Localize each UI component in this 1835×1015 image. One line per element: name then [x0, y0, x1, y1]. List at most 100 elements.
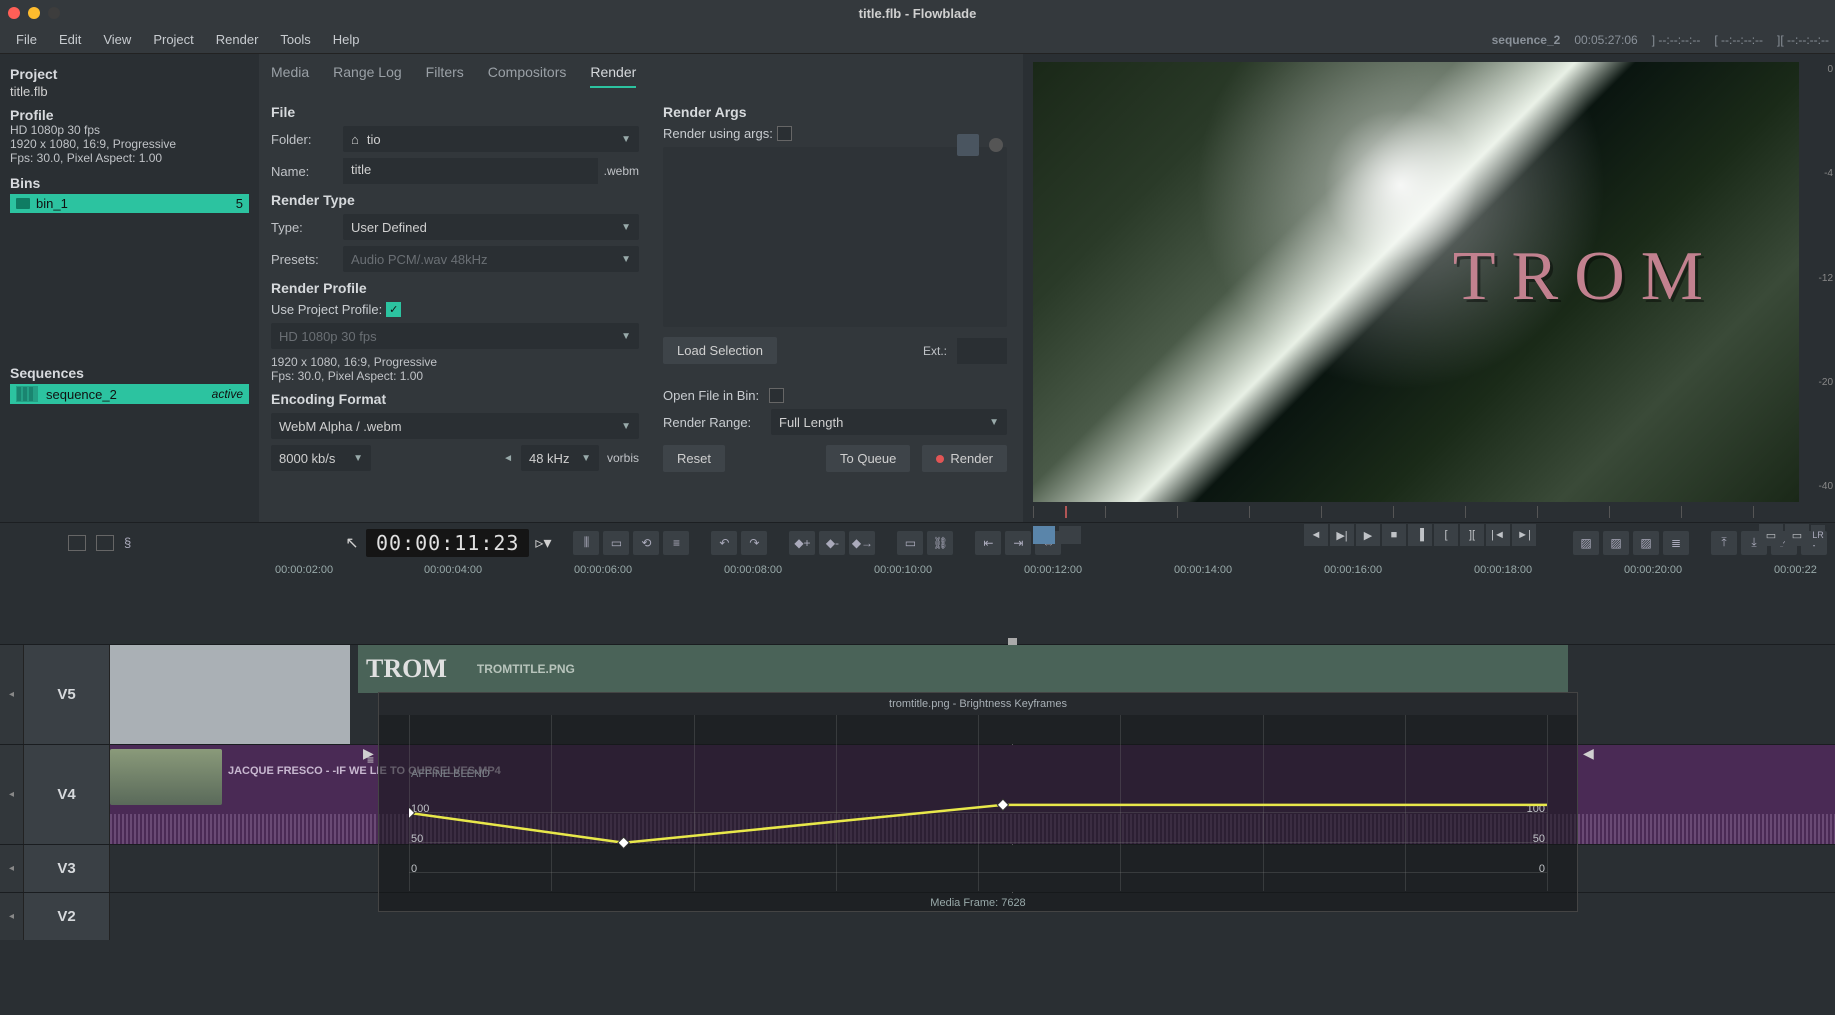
ripple-left-icon[interactable]: ⇤ — [975, 531, 1001, 555]
preview-viewer[interactable]: TROM — [1033, 62, 1799, 502]
redo-button[interactable]: ↷ — [741, 531, 767, 555]
track-v3-toggle[interactable]: ◂ — [0, 845, 24, 892]
ext-input[interactable] — [957, 338, 1007, 364]
keyframe-curve[interactable] — [409, 715, 1547, 893]
tab-range-log[interactable]: Range Log — [333, 64, 402, 88]
tool-sync-icon[interactable]: ⟲ — [633, 531, 659, 555]
menu-file[interactable]: File — [6, 29, 47, 50]
menu-help[interactable]: Help — [323, 29, 370, 50]
close-icon[interactable] — [8, 7, 20, 19]
track-v5-label[interactable]: V5 — [24, 645, 110, 744]
chevron-left-icon[interactable]: ◄ — [503, 453, 513, 464]
name-input[interactable]: title — [343, 158, 598, 184]
args-textarea[interactable] — [663, 147, 1007, 327]
insert-mode-icon[interactable]: ▭ — [897, 531, 923, 555]
timeline-ruler[interactable]: 00:00:02:00 00:00:04:00 00:00:06:00 00:0… — [0, 562, 1835, 584]
clip-v5-blank[interactable] — [110, 645, 350, 744]
tab-media[interactable]: Media — [271, 64, 309, 88]
track-v2-label[interactable]: V2 — [24, 893, 110, 940]
encoding-select[interactable]: WebM Alpha / .webm ▼ — [271, 413, 639, 439]
minimize-icon[interactable] — [28, 7, 40, 19]
clip-v5-filename: TROMTITLE.PNG — [477, 662, 575, 676]
prev-frame-button[interactable]: ◄ — [1304, 524, 1328, 546]
cursor-tool-icon[interactable]: ↖ — [344, 531, 360, 555]
menu-tools[interactable]: Tools — [270, 29, 320, 50]
queue-button[interactable]: To Queue — [826, 445, 910, 472]
tool-sliders-icon[interactable]: ⫼ — [573, 531, 599, 555]
tracks-container: ◂ V5 TROM TROMTITLE.PNG ◂ V4 JACQUE FRES… — [0, 644, 1835, 940]
next-frame-button[interactable]: ▐ — [1408, 524, 1432, 546]
remove-keyframe-icon[interactable]: ◆- — [819, 531, 845, 555]
chevron-down-icon: ▼ — [621, 331, 631, 342]
undo-button[interactable]: ↶ — [711, 531, 737, 555]
type-select[interactable]: User Defined ▼ — [343, 214, 639, 240]
timeline-view-icon-3[interactable]: § — [124, 535, 142, 551]
play-button[interactable]: ▶ — [1356, 524, 1380, 546]
use-project-checkbox[interactable]: ✓ — [386, 302, 401, 317]
profile-line3: Fps: 30.0, Pixel Aspect: 1.00 — [10, 151, 249, 165]
status-sequence: sequence_2 — [1492, 33, 1561, 47]
tool-list-icon[interactable]: ≡ — [663, 531, 689, 555]
view-mode-1[interactable] — [1033, 526, 1055, 544]
ripple-right-icon[interactable]: ⇥ — [1005, 531, 1031, 555]
keyframe-editor[interactable]: tromtitle.png - Brightness Keyframes ▶ ≡… — [378, 692, 1578, 912]
window-controls — [8, 7, 60, 19]
args-checkbox[interactable] — [777, 126, 792, 141]
maximize-icon[interactable] — [48, 7, 60, 19]
menu-render[interactable]: Render — [206, 29, 269, 50]
layout-2-button[interactable]: ▭ — [1785, 524, 1809, 546]
open-bin-checkbox[interactable] — [769, 388, 784, 403]
track-v4-toggle[interactable]: ◂ — [0, 745, 24, 844]
scrubber-playhead[interactable] — [1065, 506, 1067, 518]
status-timecode: 00:05:27:06 — [1574, 33, 1637, 47]
bitrate-select[interactable]: 8000 kb/s ▼ — [271, 445, 371, 471]
timeline-view-icon-2[interactable] — [96, 535, 114, 551]
tool-clip-icon[interactable]: ▭ — [603, 531, 629, 555]
reset-button[interactable]: Reset — [663, 445, 725, 472]
add-keyframe-icon[interactable]: ◆+ — [789, 531, 815, 555]
tab-render[interactable]: Render — [590, 64, 636, 88]
presets-label: Presets: — [271, 252, 343, 267]
keyframe-menu-icon[interactable]: ≡ — [367, 753, 377, 767]
tool-dropdown-icon[interactable]: ▹▾ — [535, 531, 551, 555]
keyframe-arrow-icon[interactable]: ◆→ — [849, 531, 875, 555]
range-label: Render Range: — [663, 415, 771, 430]
play-reverse-button[interactable]: ▶| — [1330, 524, 1354, 546]
track-v4-label[interactable]: V4 — [24, 745, 110, 844]
tab-filters[interactable]: Filters — [426, 64, 464, 88]
layout-1-button[interactable]: ▭ — [1759, 524, 1783, 546]
view-mode-2[interactable] — [1059, 526, 1081, 544]
menu-edit[interactable]: Edit — [49, 29, 91, 50]
render-panel: Media Range Log Filters Compositors Rend… — [259, 54, 1023, 522]
range-select[interactable]: Full Length ▼ — [771, 409, 1007, 435]
tab-compositors[interactable]: Compositors — [488, 64, 567, 88]
menu-project[interactable]: Project — [143, 29, 203, 50]
goto-in-button[interactable]: |◄ — [1486, 524, 1510, 546]
status-mark-1: ] --:--:--:-- — [1652, 33, 1701, 47]
sequences-heading: Sequences — [10, 365, 249, 381]
track-v3-label[interactable]: V3 — [24, 845, 110, 892]
folder-select[interactable]: ⌂tio ▼ — [343, 126, 639, 152]
profile-line2: 1920 x 1080, 16:9, Progressive — [10, 137, 249, 151]
track-v2-toggle[interactable]: ◂ — [0, 893, 24, 940]
titlebar: title.flb - Flowblade — [0, 0, 1835, 26]
stop-button[interactable]: ■ — [1382, 524, 1406, 546]
bin-item[interactable]: bin_1 5 — [10, 194, 249, 213]
samplerate-select[interactable]: 48 kHz ▼ — [521, 445, 599, 471]
sequence-icon — [16, 386, 38, 402]
render-button[interactable]: Render — [922, 445, 1007, 472]
save-args-icon[interactable] — [957, 134, 979, 156]
keyframe-handle-right[interactable]: ◀ — [1583, 745, 1593, 759]
sequence-name: sequence_2 — [46, 387, 117, 402]
overwrite-mode-icon[interactable]: ⛓ — [927, 531, 953, 555]
menu-view[interactable]: View — [93, 29, 141, 50]
clip-v5-title[interactable]: TROM TROMTITLE.PNG — [358, 645, 1568, 693]
sequence-item[interactable]: sequence_2 active — [10, 384, 249, 404]
mark-in-button[interactable]: [ — [1434, 524, 1458, 546]
track-v5-toggle[interactable]: ◂ — [0, 645, 24, 744]
timecode-display[interactable]: 00:00:11:23 — [366, 529, 529, 557]
goto-out-button[interactable]: ►| — [1512, 524, 1536, 546]
mark-out-button[interactable]: ][ — [1460, 524, 1484, 546]
viewer-scrubber[interactable] — [1033, 506, 1825, 518]
timeline-view-icon-1[interactable] — [68, 535, 86, 551]
